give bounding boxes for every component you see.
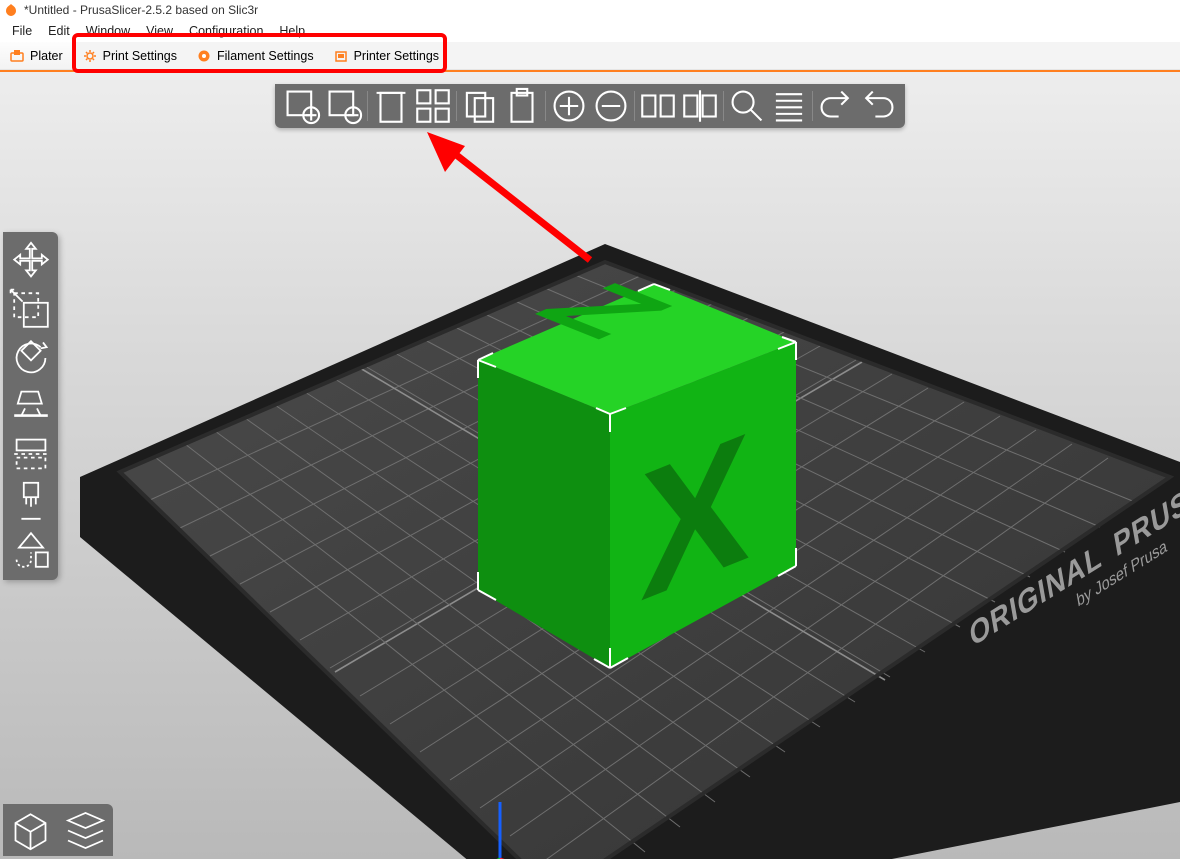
menu-help[interactable]: Help [271,22,313,40]
printer-icon [334,49,348,63]
titlebar: *Untitled - PrusaSlicer-2.5.2 based on S… [0,0,1180,20]
cut-tool[interactable] [7,430,55,478]
split-parts-button[interactable] [679,87,721,125]
add-instance-button[interactable] [548,87,590,125]
top-toolbar [275,84,905,128]
plater-icon [10,49,24,63]
filament-icon [197,49,211,63]
remove-instance-button[interactable] [590,87,632,125]
scene-3d: ORIGINAL PRUSA MK4 by Josef Prusa [0,72,1180,859]
view-layers-button[interactable] [58,804,113,856]
rotate-tool[interactable] [7,334,55,382]
menu-window[interactable]: Window [78,22,138,40]
view-toggle [3,804,113,856]
arrange-button[interactable] [412,87,454,125]
paste-button[interactable] [501,87,543,125]
tab-printer-settings[interactable]: Printer Settings [324,42,449,69]
search-button[interactable] [726,87,768,125]
menu-view[interactable]: View [138,22,181,40]
app-logo-icon [4,3,18,17]
menubar: File Edit Window View Configuration Help [0,20,1180,42]
tab-plater-label: Plater [30,49,63,63]
copy-button[interactable] [459,87,501,125]
tab-filament-label: Filament Settings [217,49,314,63]
menu-config[interactable]: Configuration [181,22,271,40]
paint-supports-tool[interactable] [7,478,55,526]
move-tool[interactable] [7,238,55,286]
gear-icon [83,49,97,63]
tab-plater[interactable]: Plater [0,42,73,69]
variable-layer-button[interactable] [768,87,810,125]
menu-edit[interactable]: Edit [40,22,78,40]
redo-button[interactable] [857,87,899,125]
tab-printer-label: Printer Settings [354,49,439,63]
left-toolbar [3,232,58,580]
window-title: *Untitled - PrusaSlicer-2.5.2 based on S… [24,3,258,17]
place-on-face-tool[interactable] [7,382,55,430]
undo-button[interactable] [815,87,857,125]
remove-object-button[interactable] [323,87,365,125]
menu-file[interactable]: File [4,22,40,40]
split-objects-button[interactable] [637,87,679,125]
add-object-button[interactable] [281,87,323,125]
view-3d-button[interactable] [3,804,58,856]
scale-tool[interactable] [7,286,55,334]
tab-print-settings[interactable]: Print Settings [73,42,187,69]
seam-paint-tool[interactable] [7,526,55,574]
viewport-3d[interactable]: ORIGINAL PRUSA MK4 by Josef Prusa [0,72,1180,859]
delete-all-button[interactable] [370,87,412,125]
tab-filament-settings[interactable]: Filament Settings [187,42,324,69]
tab-print-label: Print Settings [103,49,177,63]
settings-tabs: Plater Print Settings Filament Settings … [0,42,1180,70]
